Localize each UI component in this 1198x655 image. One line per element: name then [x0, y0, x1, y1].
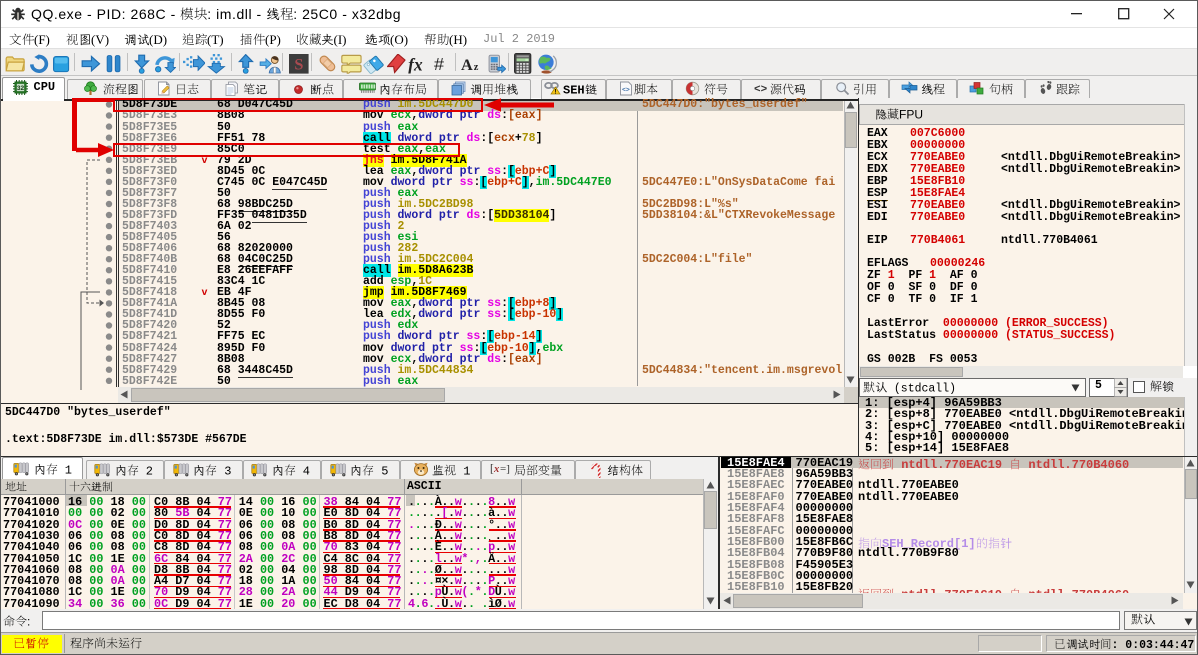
svg-text:=]: =]: [500, 463, 510, 474]
svg-text:x: x: [493, 464, 499, 474]
